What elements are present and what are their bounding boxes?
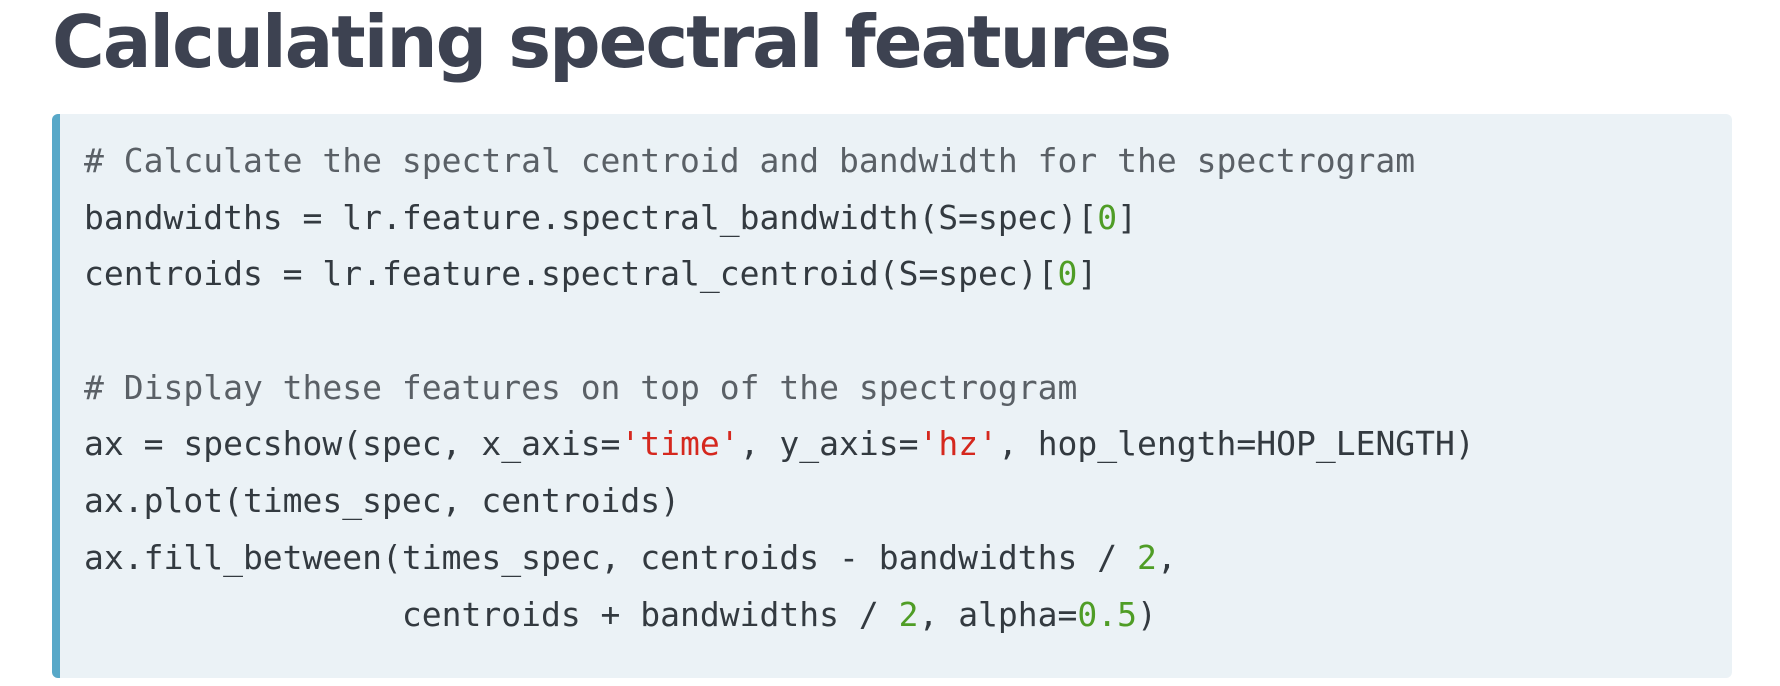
code-token-plain: ax.plot(times_spec, centroids)	[84, 481, 681, 521]
code-line: ax.plot(times_spec, centroids)	[84, 473, 1475, 530]
code-token-plain: , y_axis=	[739, 424, 919, 464]
code-line: ax = specshow(spec, x_axis='time', y_axi…	[84, 416, 1475, 473]
code-token-num: 0	[1097, 197, 1118, 237]
code-line: # Calculate the spectral centroid and ba…	[84, 133, 1475, 190]
code-token-plain: ax.fill_between(times_spec, centroids - …	[84, 537, 1137, 577]
code-token-comment: # Calculate the spectral centroid and ba…	[84, 141, 1416, 180]
code-token-num: 0	[1057, 254, 1078, 294]
code-block: # Calculate the spectral centroid and ba…	[52, 114, 1732, 678]
code-token-plain: centroids = lr.feature.spectral_centroid…	[84, 254, 1058, 294]
code-token-plain: ,	[1156, 537, 1177, 577]
code-token-plain: , hop_length=HOP_LENGTH)	[997, 424, 1475, 464]
code-token-comment: # Display these features on top of the s…	[84, 367, 1078, 407]
code-token-plain: )	[1137, 594, 1157, 634]
code-token-plain: ]	[1117, 197, 1138, 237]
code-token-plain: , alpha=	[918, 594, 1078, 634]
code-line: bandwidths = lr.feature.spectral_bandwid…	[84, 190, 1475, 247]
code-token-plain: ax = specshow(spec, x_axis=	[84, 424, 621, 464]
code-line: # Display these features on top of the s…	[84, 360, 1475, 417]
code-token-str: 'time'	[620, 424, 740, 464]
code-line: centroids = lr.feature.spectral_centroid…	[84, 246, 1475, 303]
code-lines: # Calculate the spectral centroid and ba…	[84, 133, 1475, 643]
code-line: centroids + bandwidths / 2, alpha=0.5)	[84, 587, 1475, 644]
code-token-num: 2	[1137, 537, 1157, 577]
code-token-plain: bandwidths = lr.feature.spectral_bandwid…	[84, 197, 1098, 237]
code-token-plain: centroids + bandwidths /	[84, 594, 899, 634]
code-token-num: 0.5	[1077, 594, 1138, 634]
code-token-str: 'hz'	[918, 424, 998, 464]
code-token-plain: ]	[1077, 254, 1098, 294]
page-title: Calculating spectral features	[52, 0, 1172, 84]
code-token-num: 2	[898, 594, 919, 634]
code-line: ax.fill_between(times_spec, centroids - …	[84, 530, 1475, 587]
